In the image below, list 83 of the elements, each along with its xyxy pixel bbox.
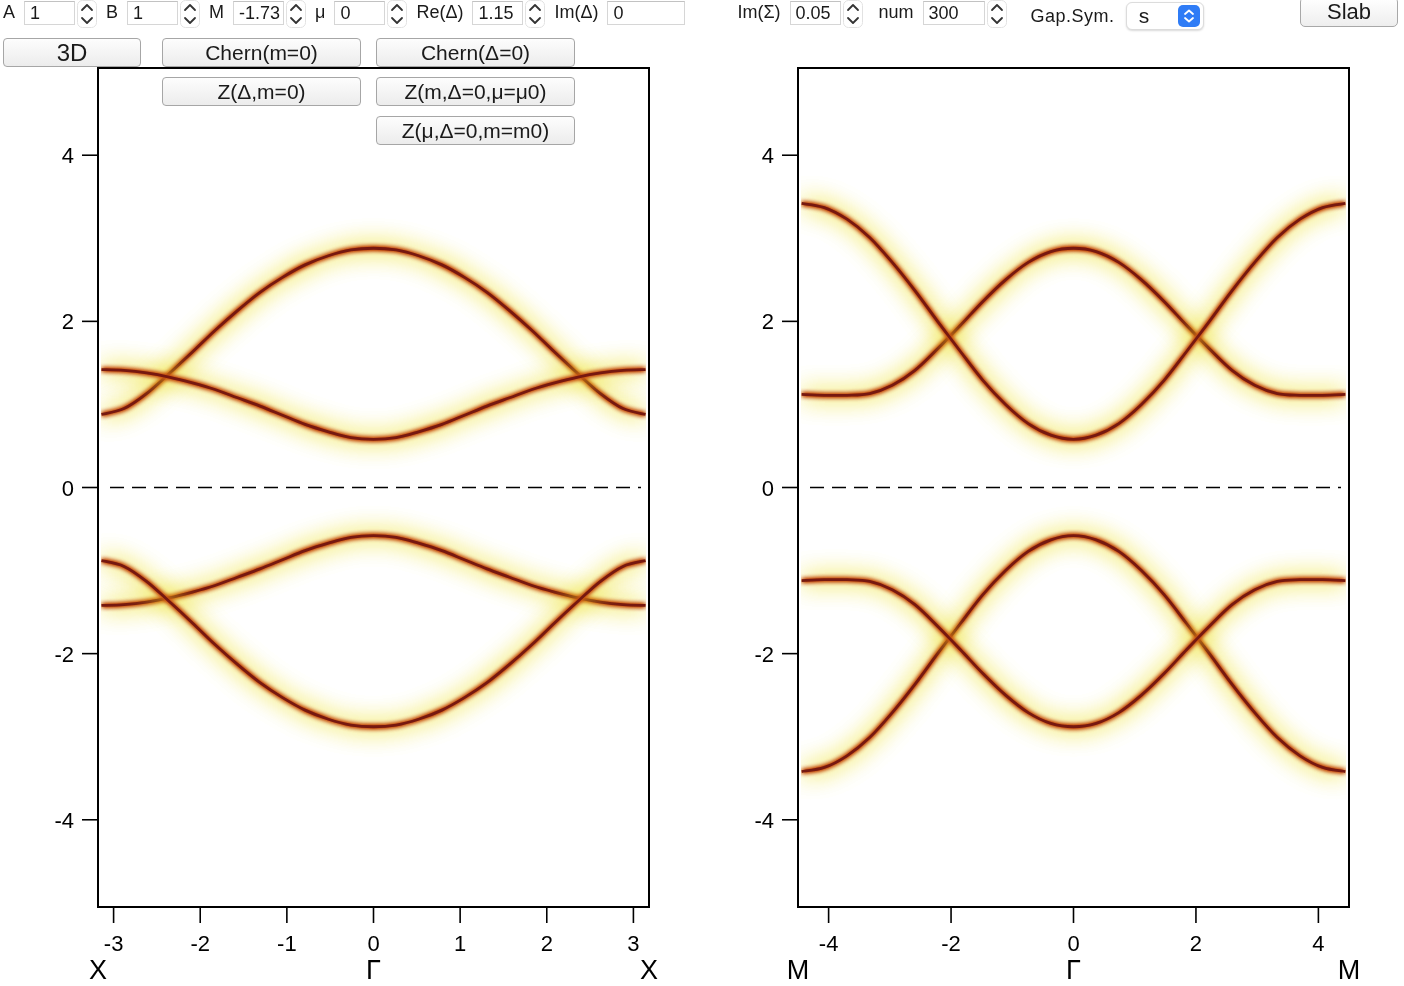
tick-label: -1 (277, 931, 297, 956)
tick-mark (199, 906, 202, 924)
k-point-label: X (640, 955, 658, 985)
tick-label: -2 (941, 931, 961, 956)
tick-label: -4 (754, 807, 774, 833)
tick-mark (286, 906, 288, 924)
tick-mark (827, 906, 830, 924)
tick-label: 4 (1312, 931, 1325, 956)
tick-mark (81, 652, 99, 655)
tick-label: 4 (761, 143, 774, 169)
tick-label: -4 (54, 807, 74, 833)
tick-label: -2 (54, 641, 74, 667)
number-field[interactable]: 300 (922, 1, 985, 25)
k-point-label: M (1337, 955, 1361, 985)
stepper-arrows-icon[interactable] (387, 0, 408, 28)
number-field[interactable]: 1 (24, 1, 75, 25)
parameter-label: Im(Δ) (554, 1, 599, 23)
tick-mark (459, 906, 461, 924)
symmetry-select[interactable]: s (1125, 2, 1204, 30)
parameter-label: A (3, 1, 15, 23)
parameter-label: num (878, 1, 914, 23)
number-field[interactable]: 1.15 (472, 1, 524, 25)
tick-label: 1 (454, 931, 467, 956)
number-field[interactable]: -1.73 (233, 1, 285, 25)
tick-label: 0 (1067, 931, 1080, 956)
updown-chevron-icon (1177, 5, 1200, 27)
tick-mark (81, 320, 99, 323)
tick-mark (81, 819, 99, 821)
tick-mark (1195, 906, 1197, 924)
stepper-arrows-icon[interactable] (842, 0, 863, 28)
tick-label: 0 (367, 931, 380, 956)
tick-mark (781, 154, 799, 156)
k-point-label: Γ (366, 955, 381, 985)
tick-label: -3 (103, 931, 124, 956)
tick-mark (781, 320, 799, 323)
action-button[interactable]: Z(Δ,m=0) (162, 77, 361, 106)
tick-label: 0 (61, 475, 74, 501)
tick-label: 4 (61, 143, 74, 169)
number-field[interactable]: 0 (607, 1, 686, 25)
tick-label: -4 (818, 931, 839, 956)
parameter-label: Re(Δ) (416, 1, 464, 23)
action-button[interactable]: Z(μ,Δ=0,m=m0) (376, 116, 575, 145)
number-field[interactable]: 0 (334, 1, 386, 25)
tick-mark (112, 906, 115, 924)
tick-mark (781, 819, 799, 821)
tick-mark (81, 154, 99, 156)
number-field[interactable]: 0.05 (789, 1, 841, 25)
tick-mark (781, 652, 799, 655)
tick-mark (1317, 906, 1320, 924)
tick-mark (632, 906, 635, 924)
action-button[interactable]: Z(m,Δ=0,μ=μ0) (376, 77, 575, 106)
parameter-label: Gap.Sym. (1030, 5, 1115, 27)
parameter-label: B (106, 1, 119, 23)
stepper-arrows-icon[interactable] (286, 0, 307, 28)
tick-label: 3 (627, 931, 640, 956)
k-point-label: Γ (1066, 955, 1081, 985)
tick-label: -2 (190, 931, 210, 956)
slab-button[interactable]: Slab (1300, 0, 1398, 27)
action-button[interactable]: Chern(Δ=0) (376, 38, 575, 67)
parameter-label: Im(Σ) (737, 1, 781, 23)
k-point-label: X (89, 955, 107, 985)
action-button[interactable]: 3D (3, 38, 141, 67)
tick-label: -2 (754, 641, 774, 667)
tick-mark (950, 906, 952, 924)
stepper-arrows-icon[interactable] (986, 0, 1007, 28)
parameter-label: μ (315, 1, 326, 23)
tick-mark (781, 486, 799, 489)
tick-label: 2 (1189, 931, 1203, 956)
tick-mark (81, 486, 99, 489)
action-button[interactable]: Chern(m=0) (162, 38, 361, 67)
parameter-label: M (209, 1, 225, 23)
tick-mark (372, 906, 375, 924)
stepper-arrows-icon[interactable] (180, 0, 201, 28)
number-field[interactable]: 1 (127, 1, 179, 25)
tick-mark (545, 906, 548, 924)
tick-mark (1072, 906, 1075, 924)
tick-label: 2 (61, 309, 74, 335)
tick-label: 0 (761, 475, 774, 501)
stepper-arrows-icon[interactable] (77, 0, 97, 28)
stepper-arrows-icon[interactable] (525, 0, 546, 28)
tick-label: 2 (540, 931, 553, 956)
k-point-label: M (786, 955, 810, 985)
tick-label: 2 (761, 309, 774, 335)
